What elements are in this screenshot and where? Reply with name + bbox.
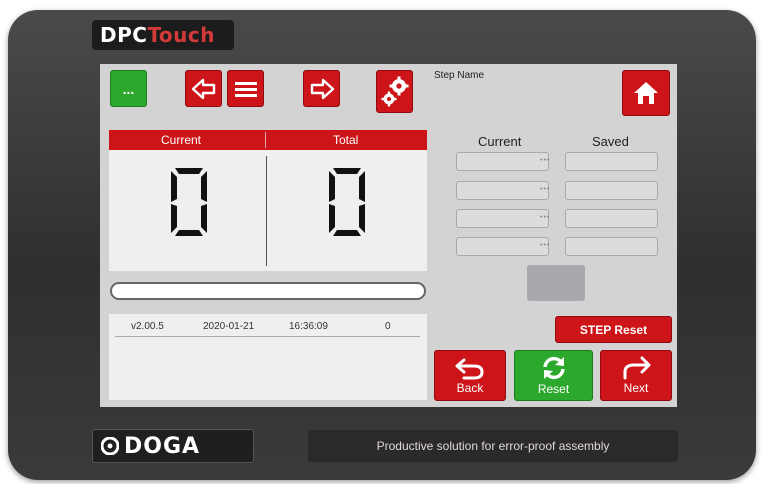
home-button[interactable] — [622, 70, 670, 116]
count-text: 0 — [385, 321, 391, 332]
param-saved-header: Saved — [592, 134, 629, 149]
version-text: v2.00.5 — [131, 321, 164, 332]
time-text: 16:36:09 — [289, 321, 328, 332]
back-button[interactable]: Back — [434, 350, 506, 401]
list-button[interactable] — [227, 70, 264, 107]
dpc-touch-logo: DPC Touch — [92, 20, 234, 50]
settings-button[interactable] — [376, 70, 413, 113]
info-panel: v2.00.5 2020-01-21 16:36:09 0 — [109, 314, 427, 400]
param-saved-field-2[interactable] — [565, 181, 658, 200]
tagline: Productive solution for error-proof asse… — [308, 430, 678, 462]
doga-logo-text: DOGA — [124, 433, 201, 459]
menu-button-label: ... — [122, 80, 135, 97]
total-count-label: Total — [333, 133, 359, 147]
gears-icon — [381, 76, 408, 106]
param-current-field-4[interactable] — [456, 237, 549, 256]
param-current-field-3[interactable] — [456, 209, 549, 228]
back-label: Back — [456, 381, 484, 395]
progress-bar — [110, 282, 426, 300]
counter-header: Current Total — [109, 130, 427, 150]
counter-panel: Current Total 0 0 — [109, 130, 427, 271]
counter-divider — [266, 156, 267, 266]
step-name-label: Step Name — [434, 70, 485, 81]
header-divider — [265, 132, 266, 148]
link-dots: ••• — [540, 157, 551, 164]
redo-arrow-icon — [623, 356, 651, 380]
reset-label: Reset — [537, 382, 570, 396]
param-saved-field-3[interactable] — [565, 209, 658, 228]
param-current-field-1[interactable] — [456, 152, 549, 171]
home-icon — [634, 82, 658, 104]
date-text: 2020-01-21 — [203, 321, 255, 332]
link-dots: ••• — [540, 214, 551, 221]
param-saved-field-1[interactable] — [565, 152, 658, 171]
doga-emblem-icon — [101, 437, 119, 455]
next-button[interactable]: Next — [600, 350, 672, 401]
status-indicator — [527, 265, 585, 301]
param-saved-field-4[interactable] — [565, 237, 658, 256]
menu-button[interactable]: ... — [110, 70, 147, 107]
previous-step-button[interactable] — [185, 70, 222, 107]
param-current-field-2[interactable] — [456, 181, 549, 200]
seven-segment-zero-total — [329, 168, 365, 236]
link-dots: ••• — [540, 242, 551, 249]
param-current-header: Current — [478, 134, 522, 149]
doga-logo: DOGA — [92, 429, 254, 463]
reset-button[interactable]: Reset — [514, 350, 593, 401]
next-label: Next — [623, 381, 649, 395]
touch-screen: ... Step Name Current Total v2.00.5 2020… — [100, 64, 677, 407]
arrow-left-icon — [191, 78, 215, 99]
step-reset-button[interactable]: STEP Reset — [555, 316, 672, 343]
current-count-label: Current — [161, 133, 202, 147]
total-count-display: 0 — [327, 166, 367, 243]
undo-arrow-icon — [455, 358, 484, 380]
info-divider — [115, 336, 420, 337]
list-icon — [234, 81, 257, 97]
link-dots: ••• — [540, 186, 551, 193]
refresh-icon — [542, 356, 565, 380]
logo-text-touch: Touch — [147, 23, 215, 47]
seven-segment-zero-current — [171, 168, 207, 236]
next-step-button[interactable] — [303, 70, 340, 107]
current-count-display: 0 — [169, 166, 209, 243]
logo-text-dpc: DPC — [100, 23, 148, 47]
arrow-right-icon — [310, 78, 334, 99]
